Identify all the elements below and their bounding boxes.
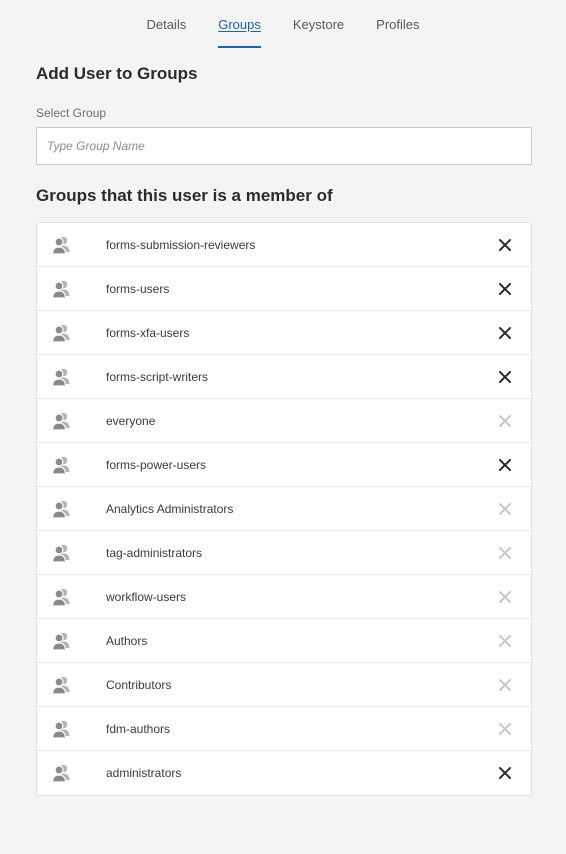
- user-group-icon: [51, 499, 71, 519]
- group-row: forms-power-users: [37, 443, 531, 487]
- group-name: Analytics Administrators: [106, 502, 234, 516]
- remove-group-close-icon: [497, 721, 513, 737]
- user-group-icon: [51, 455, 71, 475]
- group-row: workflow-users: [37, 575, 531, 619]
- remove-group-close-icon[interactable]: [497, 237, 513, 253]
- group-row: forms-users: [37, 267, 531, 311]
- remove-group-close-icon[interactable]: [497, 457, 513, 473]
- group-row: Authors: [37, 619, 531, 663]
- user-group-icon: [51, 587, 71, 607]
- group-name: fdm-authors: [106, 722, 171, 736]
- group-search-input[interactable]: [36, 127, 532, 165]
- remove-group-close-icon[interactable]: [497, 325, 513, 341]
- group-row: Analytics Administrators: [37, 487, 531, 531]
- user-group-icon: [51, 367, 71, 387]
- group-row: forms-xfa-users: [37, 311, 531, 355]
- user-group-icon: [51, 279, 71, 299]
- tab-profiles[interactable]: Profiles: [360, 0, 435, 50]
- user-group-icon: [51, 675, 71, 695]
- group-row: forms-submission-reviewers: [37, 223, 531, 267]
- user-group-icon: [51, 235, 71, 255]
- remove-group-close-icon: [497, 633, 513, 649]
- group-row: fdm-authors: [37, 707, 531, 751]
- user-group-icon: [51, 543, 71, 563]
- group-name: forms-script-writers: [106, 370, 208, 384]
- group-name: forms-users: [106, 282, 170, 296]
- user-group-icon: [51, 631, 71, 651]
- tab-details[interactable]: Details: [130, 0, 202, 50]
- member-groups-title: Groups that this user is a member of: [36, 186, 333, 205]
- remove-group-close-icon[interactable]: [497, 369, 513, 385]
- remove-group-close-icon: [497, 545, 513, 561]
- group-membership-list: forms-submission-reviewers forms-users f…: [36, 222, 532, 796]
- group-name: administrators: [106, 766, 182, 780]
- remove-group-close-icon: [497, 589, 513, 605]
- group-row: Contributors: [37, 663, 531, 707]
- group-name: tag-administrators: [106, 546, 203, 560]
- group-name: workflow-users: [106, 590, 187, 604]
- remove-group-close-icon[interactable]: [497, 281, 513, 297]
- group-name: forms-submission-reviewers: [106, 238, 256, 252]
- user-group-icon: [51, 763, 71, 783]
- select-group-label: Select Group: [36, 106, 107, 120]
- tab-bar: Details Groups Keystore Profiles: [0, 0, 566, 50]
- group-row: administrators: [37, 751, 531, 795]
- user-group-icon: [51, 719, 71, 739]
- group-name: forms-power-users: [106, 458, 207, 472]
- group-name: everyone: [106, 414, 156, 428]
- add-user-to-groups-title: Add User to Groups: [36, 64, 198, 83]
- remove-group-close-icon: [497, 501, 513, 517]
- tab-groups[interactable]: Groups: [202, 0, 277, 50]
- remove-group-close-icon[interactable]: [497, 765, 513, 781]
- group-row: forms-script-writers: [37, 355, 531, 399]
- group-row: tag-administrators: [37, 531, 531, 575]
- group-name: forms-xfa-users: [106, 326, 190, 340]
- group-name: Authors: [106, 634, 148, 648]
- remove-group-close-icon: [497, 677, 513, 693]
- group-name: Contributors: [106, 678, 172, 692]
- user-group-icon: [51, 411, 71, 431]
- user-group-icon: [51, 323, 71, 343]
- remove-group-close-icon: [497, 413, 513, 429]
- group-row: everyone: [37, 399, 531, 443]
- tab-keystore[interactable]: Keystore: [277, 0, 360, 50]
